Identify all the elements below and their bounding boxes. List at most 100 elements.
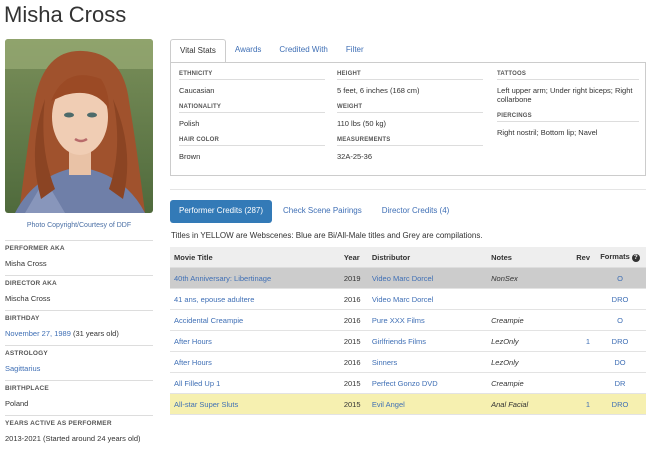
stat-value: 32A-25-36: [337, 152, 373, 161]
stat-value: Brown: [179, 152, 201, 161]
birthday-link[interactable]: November 27, 1989: [5, 329, 71, 338]
stat-label: NATIONALITY: [179, 104, 325, 113]
tab-credited-with[interactable]: Credited With: [270, 39, 336, 61]
movie-title-link[interactable]: After Hours: [174, 337, 212, 346]
cell-notes: LezOnly: [487, 330, 560, 352]
sidebar-label: BIRTHPLACE: [5, 380, 153, 393]
stats-column-1: ETHNICITY Caucasian NATIONALITY Polish H…: [179, 71, 325, 170]
portrait-image: [5, 39, 153, 213]
sidebar-value: Poland: [5, 399, 29, 408]
sidebar-value: 2013-2021 (Started around 24 years old): [5, 434, 141, 443]
formats-link[interactable]: O: [617, 274, 623, 283]
cell-formats: O: [594, 309, 646, 331]
cell-rev: [560, 372, 594, 394]
stat-label: PIERCINGS: [497, 113, 639, 122]
distributor-link[interactable]: Sinners: [372, 358, 397, 367]
cell-distributor: Sinners: [367, 351, 488, 373]
distributor-link[interactable]: Video Marc Dorcel: [372, 295, 434, 304]
stat-value: Right nostril; Bottom lip; Navel: [497, 128, 598, 137]
tab-awards[interactable]: Awards: [226, 39, 271, 61]
header-rev[interactable]: Rev: [560, 247, 594, 268]
sidebar-label: YEARS ACTIVE AS PERFORMER: [5, 415, 153, 428]
formats-link[interactable]: DRO: [612, 400, 629, 409]
stat-value: Caucasian: [179, 86, 215, 95]
tab-check-scene-pairings[interactable]: Check Scene Pairings: [274, 200, 371, 223]
cell-formats: DRO: [594, 288, 646, 310]
stats-column-2: HEIGHT 5 feet, 6 inches (168 cm) WEIGHT …: [337, 71, 483, 170]
cell-distributor: Perfect Gonzo DVD: [367, 372, 488, 394]
cell-rev: [560, 267, 594, 289]
sidebar-item-years-active: YEARS ACTIVE AS PERFORMER 2013-2021 (Sta…: [5, 415, 153, 450]
distributor-link[interactable]: Pure XXX Films: [372, 316, 425, 325]
cell-rev: 1: [560, 330, 594, 352]
sidebar-item-birthplace: BIRTHPLACE Poland: [5, 380, 153, 415]
formats-link[interactable]: DRO: [612, 295, 629, 304]
header-movie-title[interactable]: Movie Title: [170, 247, 340, 268]
tab-director-credits[interactable]: Director Credits (4): [373, 200, 459, 223]
formats-link[interactable]: DR: [615, 379, 626, 388]
tab-vital-stats[interactable]: Vital Stats: [170, 39, 226, 63]
formats-link[interactable]: DRO: [612, 337, 629, 346]
cell-rev: 1: [560, 393, 594, 415]
table-row: Accidental Creampie 2016 Pure XXX Films Cre…: [170, 309, 646, 331]
cell-distributor: Girlfriends Films: [367, 330, 488, 352]
table-row: 40th Anniversary: Libertinage 2019 Video M…: [170, 267, 646, 289]
tab-filter[interactable]: Filter: [337, 39, 373, 61]
stat-label: TATTOOS: [497, 71, 639, 80]
formats-link[interactable]: DO: [614, 358, 625, 367]
table-row: All-star Super Sluts 2015 Evil Angel Anal F…: [170, 393, 646, 415]
sidebar-value: Misha Cross: [5, 259, 47, 268]
stat-label: WEIGHT: [337, 104, 483, 113]
stat-value: Polish: [179, 119, 200, 128]
cell-movie-title: 41 ans, epouse adultere: [170, 288, 340, 310]
tab-performer-credits[interactable]: Performer Credits (287): [170, 200, 273, 223]
header-distributor[interactable]: Distributor: [367, 247, 488, 268]
review-link[interactable]: 1: [586, 400, 590, 409]
movie-title-link[interactable]: 40th Anniversary: Libertinage: [174, 274, 271, 283]
sidebar-value: Mischa Cross: [5, 294, 51, 303]
astrology-link[interactable]: Sagittarius: [5, 364, 40, 373]
formats-link[interactable]: O: [617, 316, 623, 325]
sidebar-label: PERFORMER AKA: [5, 240, 153, 253]
sidebar-label: BIRTHDAY: [5, 310, 153, 323]
movie-title-link[interactable]: All Filled Up 1: [174, 379, 220, 388]
sidebar-item-astrology: ASTROLOGY Sagittarius: [5, 345, 153, 380]
cell-distributor: Video Marc Dorcel: [367, 288, 488, 310]
table-row: All Filled Up 1 2015 Perfect Gonzo DVD Crea…: [170, 372, 646, 394]
header-formats[interactable]: Formats?: [594, 247, 646, 268]
cell-rev: [560, 351, 594, 373]
distributor-link[interactable]: Girlfriends Films: [372, 337, 426, 346]
sidebar-label: DIRECTOR AKA: [5, 275, 153, 288]
table-row: After Hours 2015 Girlfriends Films LezOnly 1…: [170, 330, 646, 352]
distributor-link[interactable]: Video Marc Dorcel: [372, 274, 434, 283]
sidebar-item-performer-aka: PERFORMER AKA Misha Cross: [5, 240, 153, 275]
movie-title-link[interactable]: After Hours: [174, 358, 212, 367]
stat-label: HEIGHT: [337, 71, 483, 80]
cell-year: 2016: [339, 351, 368, 373]
header-year[interactable]: Year: [339, 247, 368, 268]
header-notes[interactable]: Notes: [487, 247, 560, 268]
stat-value: Left upper arm; Under right biceps; Righ…: [497, 86, 633, 104]
stat-value: 5 feet, 6 inches (168 cm): [337, 86, 420, 95]
sidebar-value: Sagittarius: [5, 358, 153, 380]
distributor-link[interactable]: Evil Angel: [372, 400, 405, 409]
cell-year: 2015: [339, 372, 368, 394]
review-link[interactable]: 1: [586, 337, 590, 346]
cell-movie-title: 40th Anniversary: Libertinage: [170, 267, 340, 289]
cell-formats: DO: [594, 351, 646, 373]
cell-formats: DRO: [594, 330, 646, 352]
stat-label: ETHNICITY: [179, 71, 325, 80]
age-text: (31 years old): [70, 329, 119, 338]
movie-title-link[interactable]: 41 ans, epouse adultere: [174, 295, 254, 304]
cell-movie-title: After Hours: [170, 330, 340, 352]
cell-notes: Creampie: [487, 372, 560, 394]
distributor-link[interactable]: Perfect Gonzo DVD: [372, 379, 438, 388]
help-icon[interactable]: ?: [631, 253, 640, 262]
cell-distributor: Pure XXX Films: [367, 309, 488, 331]
stat-label: HAIR COLOR: [179, 137, 325, 146]
sidebar-item-director-aka: DIRECTOR AKA Mischa Cross: [5, 275, 153, 310]
info-tabs: Vital Stats Awards Credited With Filter: [170, 39, 373, 63]
movie-title-link[interactable]: All-star Super Sluts: [174, 400, 238, 409]
movie-title-link[interactable]: Accidental Creampie: [174, 316, 243, 325]
cell-year: 2015: [339, 330, 368, 352]
